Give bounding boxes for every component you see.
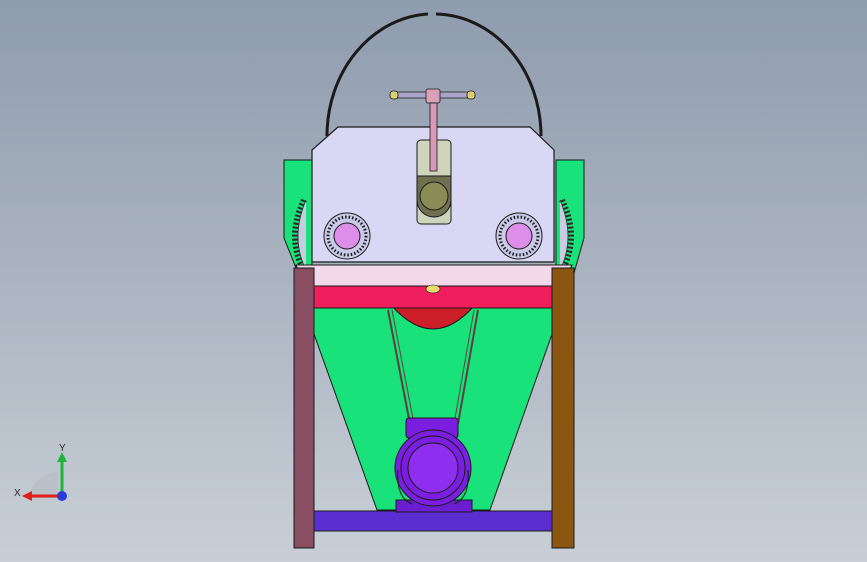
right-bearing <box>495 212 543 260</box>
t-handle-knob-left <box>389 90 399 100</box>
top-arc-guard-right <box>435 12 543 137</box>
top-arc-guard <box>325 12 429 137</box>
table-top-plate <box>295 264 573 287</box>
machine-assembly-drawing <box>283 12 585 549</box>
beam-center-bolt <box>425 284 441 294</box>
left-bearing <box>323 212 371 260</box>
right-leg <box>551 267 575 549</box>
bottom-crossbeam <box>313 510 553 532</box>
screw-shaft <box>429 102 438 172</box>
slot-bearing <box>419 181 449 211</box>
t-handle-knob-right <box>466 90 476 100</box>
t-handle-hub <box>425 88 441 104</box>
axis-triad: Y X <box>14 443 67 501</box>
left-leg <box>293 267 315 549</box>
x-axis-label: X <box>14 488 21 499</box>
y-axis-label: Y <box>59 443 66 454</box>
cad-viewport[interactable]: Y X <box>0 0 867 562</box>
